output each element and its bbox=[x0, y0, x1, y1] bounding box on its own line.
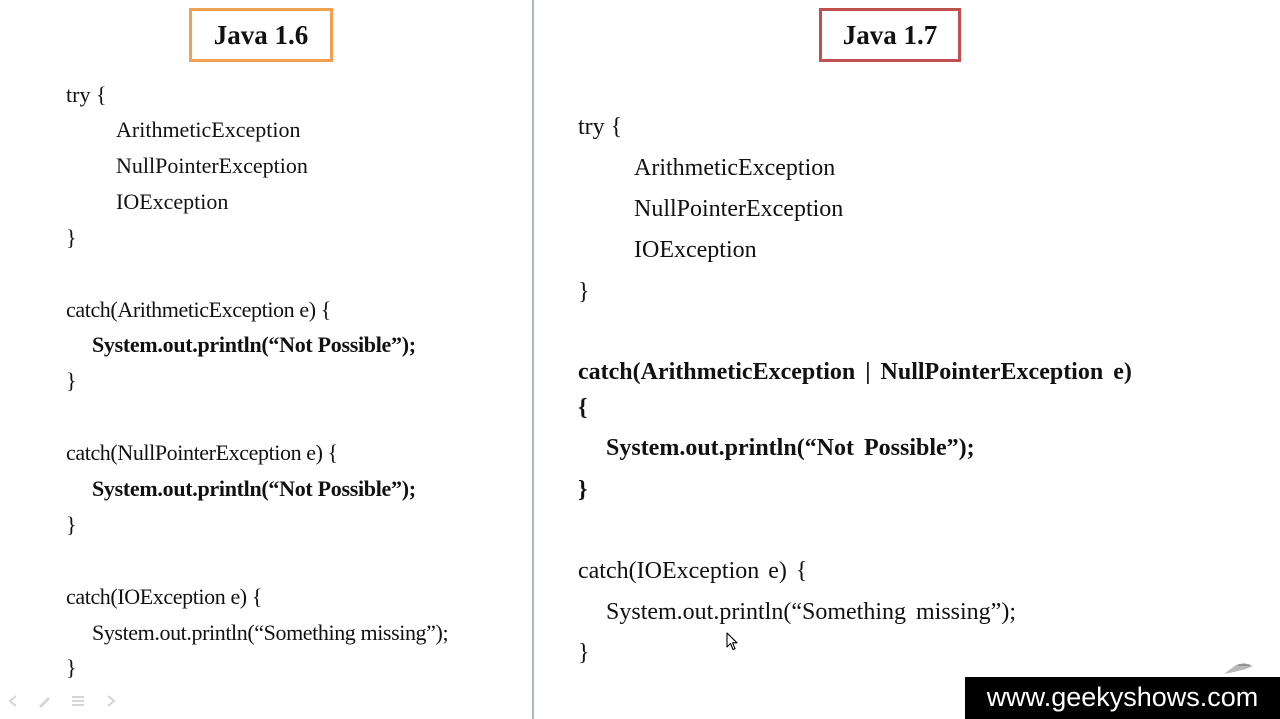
left-code-line: catch(ArithmeticException e) { bbox=[66, 297, 331, 322]
next-slide-icon[interactable] bbox=[102, 693, 118, 709]
left-code-line: IOException bbox=[116, 189, 229, 214]
left-code-line: } bbox=[66, 512, 77, 537]
right-code-line: } bbox=[578, 477, 588, 503]
prev-slide-icon[interactable] bbox=[6, 693, 22, 709]
right-title: Java 1.7 bbox=[819, 8, 961, 62]
left-code-line: NullPointerException bbox=[116, 153, 308, 178]
slide-menu-icon[interactable] bbox=[70, 693, 86, 709]
right-code-line: } bbox=[578, 640, 590, 666]
mouse-pointer-icon bbox=[726, 632, 738, 651]
right-code-line: NullPointerException bbox=[634, 196, 844, 222]
watermark: www.geekyshows.com bbox=[965, 677, 1280, 719]
left-code-line: } bbox=[66, 368, 77, 393]
left-code-line: catch(IOException e) { bbox=[66, 584, 262, 609]
right-code-line: IOException bbox=[634, 237, 757, 263]
column-divider bbox=[532, 0, 534, 719]
right-code-line: System.out.println(“Something missing”); bbox=[606, 599, 1016, 625]
pen-icon bbox=[1224, 663, 1253, 674]
right-code-line: System.out.println(“Not Possible”); bbox=[606, 435, 975, 461]
left-code-line: System.out.println(“Not Possible”); bbox=[92, 332, 416, 357]
left-code-line: ArithmeticException bbox=[116, 117, 301, 142]
left-code-line: catch(NullPointerException e) { bbox=[66, 440, 338, 465]
right-code-line: catch(ArithmeticException | NullPointerE… bbox=[578, 359, 1132, 385]
left-code-line: } bbox=[66, 225, 77, 250]
left-code-line: System.out.println(“Not Possible”); bbox=[92, 476, 416, 501]
right-code-line: } bbox=[578, 279, 590, 305]
slide: Java 1.6 try { ArithmeticException NullP… bbox=[0, 0, 1280, 719]
left-code-line: } bbox=[66, 655, 77, 680]
right-code-line: { bbox=[578, 395, 588, 421]
left-title: Java 1.6 bbox=[189, 8, 333, 62]
left-code-line: System.out.println(“Something missing”); bbox=[92, 620, 449, 645]
left-code-line: try { bbox=[66, 82, 107, 107]
presentation-toolbar bbox=[6, 693, 122, 711]
pen-tool-icon[interactable] bbox=[36, 693, 52, 709]
right-code-line: ArithmeticException bbox=[634, 155, 836, 181]
right-code-line: try { bbox=[578, 114, 623, 140]
right-code-line: catch(IOException e) { bbox=[578, 558, 808, 584]
